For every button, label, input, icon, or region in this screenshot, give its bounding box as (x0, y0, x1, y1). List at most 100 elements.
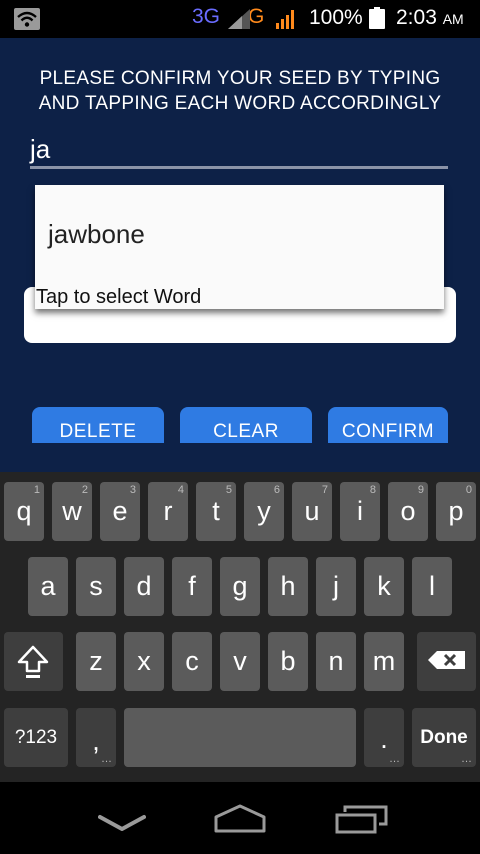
key-label: o (400, 496, 416, 526)
key-label: p (448, 496, 464, 526)
key-label: h (280, 571, 296, 601)
key-n[interactable]: n (316, 632, 356, 691)
shift-key[interactable] (4, 632, 63, 691)
key-label: a (40, 571, 56, 601)
key-hint: 9 (417, 484, 424, 496)
wifi-icon (14, 8, 40, 30)
key-b[interactable]: b (268, 632, 308, 691)
key-v[interactable]: v (220, 632, 260, 691)
comma-key[interactable]: ,… (76, 708, 116, 767)
key-label: f (188, 571, 196, 601)
key-label: w (62, 496, 82, 526)
key-i[interactable]: 8i (340, 482, 380, 541)
signal-icon (276, 10, 294, 29)
key-k[interactable]: k (364, 557, 404, 616)
key-label: e (112, 496, 128, 526)
key-t[interactable]: 5t (196, 482, 236, 541)
signal-icon (228, 9, 250, 29)
done-key[interactable]: Done … (412, 708, 476, 767)
key-e[interactable]: 3e (100, 482, 140, 541)
home-icon[interactable] (212, 804, 268, 834)
key-label: k (377, 571, 391, 601)
key-label: n (328, 646, 344, 676)
key-label: l (429, 571, 435, 601)
symbols-key[interactable]: ?123 (4, 708, 68, 767)
confirm-button-label: CONFIRM (341, 421, 435, 442)
key-label: x (137, 646, 151, 676)
key-label: i (357, 496, 363, 526)
key-label: b (280, 646, 296, 676)
key-label: c (185, 646, 199, 676)
clear-button[interactable]: CLEAR (180, 407, 312, 443)
key-label: q (16, 496, 32, 526)
key-label: u (304, 496, 320, 526)
key-x[interactable]: x (124, 632, 164, 691)
key-hint: 7 (321, 484, 328, 496)
backspace-icon (428, 651, 465, 669)
key-m[interactable]: m (364, 632, 404, 691)
key-more-dots: … (101, 753, 112, 765)
key-o[interactable]: 9o (388, 482, 428, 541)
key-d[interactable]: d (124, 557, 164, 616)
clock-time: 2:03 (396, 6, 437, 29)
key-hint: 0 (465, 484, 472, 496)
key-label: d (136, 571, 152, 601)
key-hint: 1 (33, 484, 40, 496)
key-label: s (89, 571, 103, 601)
key-label: m (372, 646, 396, 676)
suggestion-item[interactable]: jawbone (48, 219, 145, 250)
space-key[interactable] (124, 708, 356, 767)
key-hint: 8 (369, 484, 376, 496)
key-w[interactable]: 2w (52, 482, 92, 541)
key-u[interactable]: 7u (292, 482, 332, 541)
key-h[interactable]: h (268, 557, 308, 616)
tap-hint-text: Tap to select Word (36, 286, 202, 308)
key-g[interactable]: g (220, 557, 260, 616)
key-q[interactable]: 1q (4, 482, 44, 541)
key-r[interactable]: 4r (148, 482, 188, 541)
clock-ampm: AM (442, 11, 464, 27)
key-hint: 6 (273, 484, 280, 496)
delete-button[interactable]: DELETE (32, 407, 164, 443)
key-label: Done (420, 727, 468, 748)
status-bar: 3G G 100% 2:03 AM (0, 0, 480, 38)
key-label: ?123 (14, 727, 58, 748)
battery-percent: 100% (309, 6, 363, 29)
recents-icon[interactable] (334, 804, 390, 834)
key-label: v (233, 646, 247, 676)
clock: 2:03 AM (396, 6, 464, 30)
key-label: z (89, 646, 103, 676)
key-s[interactable]: s (76, 557, 116, 616)
key-j[interactable]: j (316, 557, 356, 616)
key-y[interactable]: 6y (244, 482, 284, 541)
battery-icon (369, 7, 385, 29)
key-l[interactable]: l (412, 557, 452, 616)
key-label: r (163, 496, 173, 526)
key-a[interactable]: a (28, 557, 68, 616)
key-label: g (232, 571, 248, 601)
key-more-dots: … (461, 753, 472, 765)
key-c[interactable]: c (172, 632, 212, 691)
key-hint: 5 (225, 484, 232, 496)
network-g-label: G (248, 5, 265, 28)
system-nav-bar (0, 782, 480, 854)
instruction-text: PLEASE CONFIRM YOUR SEED BY TYPING AND T… (38, 68, 442, 114)
network-3g-label: 3G (192, 5, 221, 28)
key-hint: 4 (177, 484, 184, 496)
key-label: . (380, 724, 388, 754)
seed-confirm-screen: PLEASE CONFIRM YOUR SEED BY TYPING AND T… (0, 38, 480, 472)
key-hint: 2 (81, 484, 88, 496)
key-f[interactable]: f (172, 557, 212, 616)
key-z[interactable]: z (76, 632, 116, 691)
backspace-key[interactable] (417, 632, 476, 691)
seed-word-input[interactable]: ja (30, 130, 448, 169)
back-icon[interactable] (98, 814, 146, 834)
soft-keyboard: 1q 2w 3e 4r 5t 6y 7u 8i 9o 0p a s d f g … (0, 472, 480, 782)
confirm-button[interactable]: CONFIRM (328, 407, 448, 443)
shift-icon (17, 645, 49, 678)
key-label: t (212, 496, 220, 526)
key-p[interactable]: 0p (436, 482, 476, 541)
period-key[interactable]: .… (364, 708, 404, 767)
delete-button-label: DELETE (59, 421, 137, 442)
key-more-dots: … (389, 753, 400, 765)
